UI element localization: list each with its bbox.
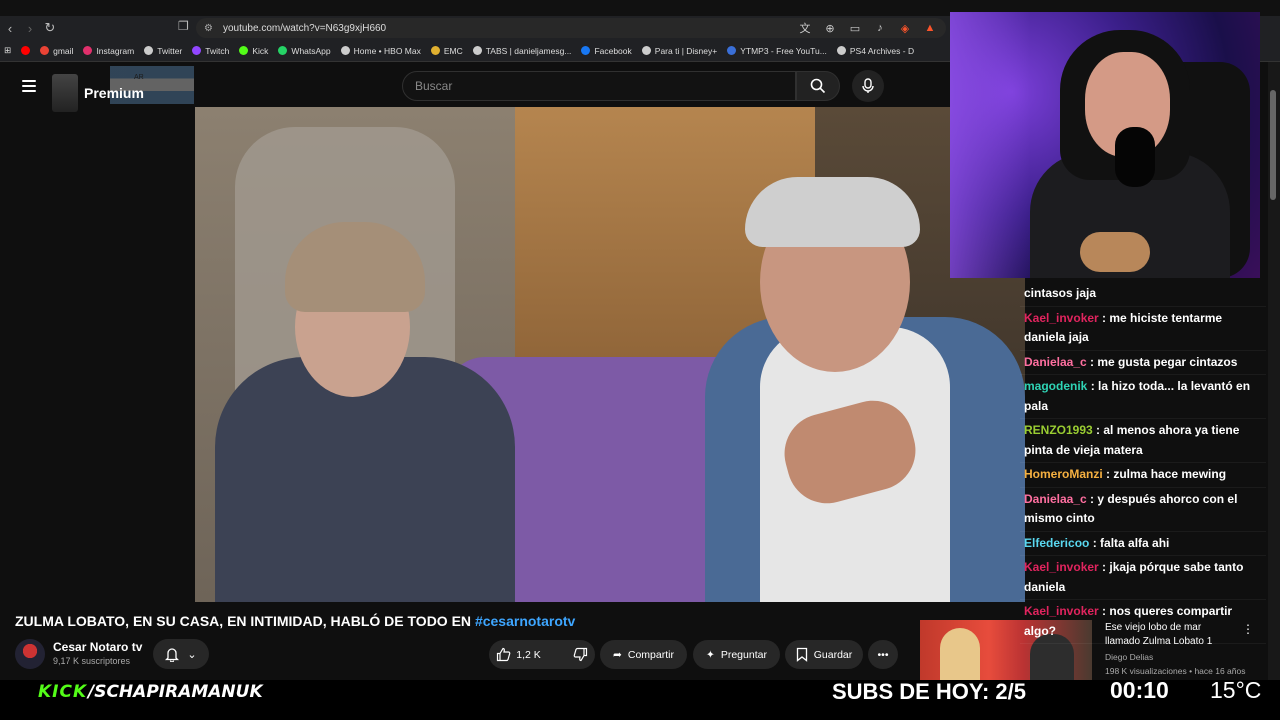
brave-rewards-icon[interactable]: ▲	[922, 20, 938, 36]
chevron-down-icon: ⌄	[187, 648, 197, 661]
hbo-icon	[340, 46, 350, 55]
zoom-icon[interactable]: ⊕	[822, 20, 838, 36]
thumbs-up-icon	[497, 647, 511, 662]
bookmark-youtube[interactable]	[21, 46, 31, 55]
bookmark-disney[interactable]: Para ti | Disney+	[641, 46, 717, 56]
thumbs-down-icon	[573, 647, 587, 662]
bookmark-save-icon	[796, 647, 807, 662]
voice-search-button[interactable]	[852, 70, 884, 102]
like-button[interactable]: 1,2 K	[486, 640, 551, 669]
bookmark-gmail[interactable]: gmail	[40, 46, 73, 56]
kick-logo: KICK	[38, 682, 88, 702]
instagram-icon	[83, 46, 93, 55]
bookmark-twitter[interactable]: Twitter	[144, 46, 182, 56]
disney-icon	[641, 46, 651, 55]
music-icon[interactable]: ♪	[872, 20, 888, 36]
kick-handle: /SCHAPIRAMANUK	[88, 682, 263, 702]
bookmark-ytmp3[interactable]: YTMP3 - Free YouTu...	[727, 46, 827, 56]
bookmark-whatsapp[interactable]: WhatsApp	[278, 46, 331, 56]
channel-avatar[interactable]	[15, 639, 45, 669]
video-hashtag-link[interactable]: #cesarnotarotv	[475, 613, 575, 629]
stream-chat: cintasos jaja Kael_invoker : me hiciste …	[1020, 282, 1266, 644]
search-input[interactable]	[415, 79, 775, 93]
ytmp3-icon	[727, 46, 737, 55]
kick-icon	[239, 46, 249, 55]
sparkle-icon: ✦	[706, 648, 715, 661]
search-icon	[810, 78, 826, 94]
translate-icon[interactable]: 文	[797, 20, 813, 36]
apps-icon[interactable]: ⊞	[4, 45, 11, 56]
subs-counter: SUBS DE HOY: 2/5	[832, 679, 1026, 704]
reload-button[interactable]: ↻	[40, 18, 60, 38]
microphone-icon	[862, 78, 874, 93]
bookmark-twitch[interactable]: Twitch	[192, 46, 229, 56]
chat-message: Kael_invoker : nos queres compartir algo…	[1020, 600, 1266, 644]
bookmark-emc[interactable]: EMC	[430, 46, 463, 56]
bookmark-instagram[interactable]: Instagram	[83, 46, 134, 56]
ps4-icon	[836, 46, 846, 55]
bookmark-hbo[interactable]: Home • HBO Max	[340, 46, 421, 56]
recommended-video-channel[interactable]: Diego Delias	[1105, 652, 1153, 662]
site-info-icon[interactable]: ⚙	[204, 23, 213, 34]
streamer-webcam	[950, 12, 1260, 278]
facebook-icon	[581, 46, 591, 55]
search-button[interactable]	[796, 71, 840, 101]
chat-message: Danielaa_c : me gusta pegar cintazos	[1020, 351, 1266, 375]
whatsapp-icon	[278, 46, 288, 55]
twitch-icon	[192, 46, 202, 55]
bell-icon	[165, 647, 180, 662]
channel-name[interactable]: Cesar Notaro tv	[53, 640, 142, 654]
notifications-button[interactable]: ⌄	[153, 639, 209, 669]
clock: 00:10	[1110, 677, 1169, 703]
back-button[interactable]: ‹	[0, 18, 20, 38]
brave-shield-icon[interactable]: ◈	[897, 20, 913, 36]
more-actions-button[interactable]: •••	[868, 640, 898, 669]
save-button[interactable]: Guardar	[785, 640, 863, 669]
ask-button[interactable]: ✦ Preguntar	[693, 640, 780, 669]
address-bar[interactable]: ⚙ youtube.com/watch?v=N63g9xjH660 文 ⊕ ▭ …	[196, 18, 946, 38]
youtube-logo[interactable]: Premium	[52, 74, 144, 112]
premium-label: Premium	[84, 85, 144, 101]
twitter-icon	[144, 46, 154, 55]
chat-message: Elfedericoo : falta alfa ahi	[1020, 532, 1266, 556]
bookmark-kick[interactable]: Kick	[239, 46, 268, 56]
chat-message: Danielaa_c : y después ahorco con el mis…	[1020, 488, 1266, 532]
bookmark-ps4[interactable]: PS4 Archives - D	[836, 46, 914, 56]
chat-message: RENZO1993 : al menos ahora ya tiene pint…	[1020, 419, 1266, 463]
more-horizontal-icon: •••	[877, 648, 889, 661]
emc-icon	[430, 46, 440, 55]
share-button[interactable]: ➦ Compartir	[600, 640, 687, 669]
like-count: 1,2 K	[516, 648, 541, 661]
cast-icon[interactable]: ▭	[847, 20, 863, 36]
menu-icon[interactable]	[22, 80, 36, 92]
search-box	[402, 71, 796, 101]
video-title: ZULMA LOBATO, EN SU CASA, EN INTIMIDAD, …	[15, 613, 576, 629]
recommended-video-meta: 198 K visualizaciones • hace 16 años	[1105, 666, 1246, 676]
share-icon: ➦	[613, 648, 622, 661]
forward-button[interactable]: ›	[20, 18, 40, 38]
temperature: 15°C	[1210, 677, 1262, 703]
bookmark-facebook[interactable]: Facebook	[581, 46, 632, 56]
chat-message: cintasos jaja	[1020, 282, 1266, 307]
logo-figure-icon	[52, 74, 78, 112]
chat-message: magodenik : la hizo toda... la levantó e…	[1020, 375, 1266, 419]
chat-message: Kael_invoker : me hiciste tentarme danie…	[1020, 307, 1266, 351]
bookmark-icon[interactable]: ❐	[178, 19, 189, 33]
tabs-icon	[472, 46, 482, 55]
video-player[interactable]	[195, 107, 1025, 602]
gmail-icon	[40, 46, 50, 55]
address-url: youtube.com/watch?v=N63g9xjH660	[222, 22, 387, 34]
dislike-button[interactable]	[563, 640, 598, 669]
like-dislike-group: 1,2 K	[489, 640, 595, 669]
scrollbar-thumb[interactable]	[1270, 90, 1276, 200]
chat-message: HomeroManzi : zulma hace mewing	[1020, 463, 1266, 488]
channel-subscribers: 9,17 K suscriptores	[53, 656, 131, 666]
bookmark-tabs[interactable]: TABS | danieljamesg...	[472, 46, 571, 56]
chat-message: Kael_invoker : jkaja pórque sabe tanto d…	[1020, 556, 1266, 600]
